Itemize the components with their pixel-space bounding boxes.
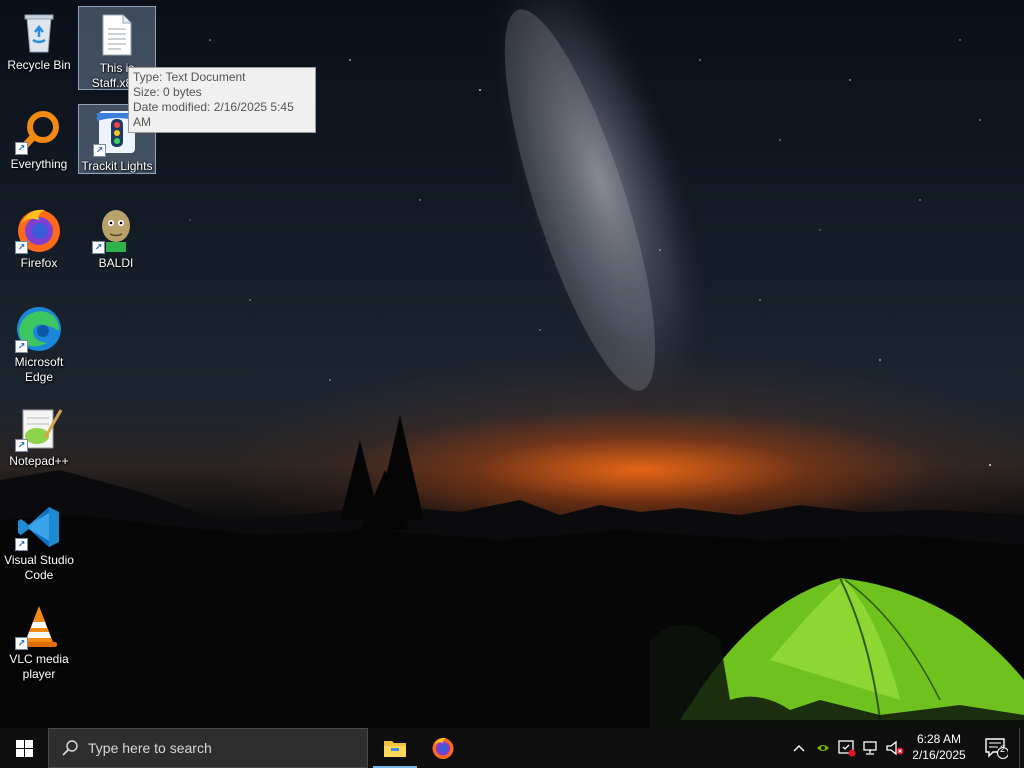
defender-icon [838,740,856,757]
tray-volume[interactable] [884,728,906,768]
desktop-icon-visual-studio-code[interactable]: ↗ Visual Studio Code [1,499,77,583]
taskbar-app-file-explorer[interactable] [371,728,419,768]
tray-defender[interactable] [836,728,858,768]
volume-muted-icon [886,740,904,756]
taskbar-clock[interactable]: 6:28 AM 2/16/2025 [906,728,972,768]
recycle-bin-icon [15,8,63,56]
desktop-icon-label: BALDI [98,256,134,270]
desktop-icon-label: VLC media player [9,652,69,681]
baldi-character-icon: ↗ [92,206,140,254]
tooltip-date-modified: Date modified: 2/16/2025 5:45 AM [133,100,294,129]
firefox-icon: ↗ [15,206,63,254]
desktop-icon-label: Firefox [20,256,58,270]
desktop-icon-recycle-bin[interactable]: Recycle Bin [1,4,77,73]
notification-count-badge: 2 [999,744,1005,754]
vscode-icon: ↗ [15,503,63,551]
desktop-icon-label: Microsoft Edge [14,355,64,384]
tray-overflow-button[interactable] [788,728,810,768]
network-icon [863,741,877,755]
clock-date: 2/16/2025 [912,748,966,762]
search-icon [62,740,78,756]
desktop-icon-vlc[interactable]: ↗ VLC media player [1,598,77,682]
notepad-plus-plus-icon: ↗ [15,404,63,452]
shortcut-arrow-icon: ↗ [15,538,28,551]
shortcut-arrow-icon: ↗ [15,637,28,650]
desktop-icon-firefox[interactable]: ↗ Firefox [1,202,77,271]
desktop-icon-label: Notepad++ [9,454,69,468]
search-placeholder: Type here to search [88,740,212,756]
action-center-button[interactable]: 2 [978,728,1014,768]
taskbar-search-box[interactable]: Type here to search [48,728,368,768]
start-button[interactable] [0,728,48,768]
shortcut-arrow-icon: ↗ [15,439,28,452]
shortcut-arrow-icon: ↗ [15,241,28,254]
desktop-icon-everything[interactable]: ↗ Everything [1,103,77,172]
taskbar: Type here to search 6:28 AM 2/16/2025 2 [0,728,1024,768]
tooltip-type: Type: Text Document [133,70,246,84]
shortcut-arrow-icon: ↗ [93,144,106,157]
desktop-icon-baldi[interactable]: ↗ BALDI [78,202,154,271]
tooltip-size: Size: 0 bytes [133,85,202,99]
desktop-icon-microsoft-edge[interactable]: ↗ Microsoft Edge [1,301,77,385]
chevron-up-icon [793,745,805,752]
folder-icon [384,741,406,757]
nvidia-icon [817,745,829,751]
desktop-icon-label: Visual Studio Code [4,553,74,582]
file-info-tooltip: Type: Text Document Size: 0 bytes Date m… [128,67,316,133]
edge-icon: ↗ [15,305,63,353]
desktop-icon-label: Everything [10,157,68,171]
shortcut-arrow-icon: ↗ [92,241,105,254]
tray-network[interactable] [860,728,882,768]
taskbar-app-firefox[interactable] [419,728,467,768]
clock-time: 6:28 AM [916,732,962,746]
shortcut-arrow-icon: ↗ [15,340,28,353]
show-desktop-button[interactable] [1019,728,1024,768]
text-document-icon [93,11,141,59]
vlc-cone-icon: ↗ [15,602,63,650]
desktop-icon-notepad-plus-plus[interactable]: ↗ Notepad++ [1,400,77,469]
desktop-icon-label: Trackit Lights [81,159,153,173]
everything-search-icon: ↗ [15,107,63,155]
tray-nvidia[interactable] [812,728,834,768]
firefox-icon [432,737,454,759]
desktop-icon-label: Recycle Bin [7,58,71,72]
windows-logo-icon [15,739,33,757]
shortcut-arrow-icon: ↗ [15,142,28,155]
